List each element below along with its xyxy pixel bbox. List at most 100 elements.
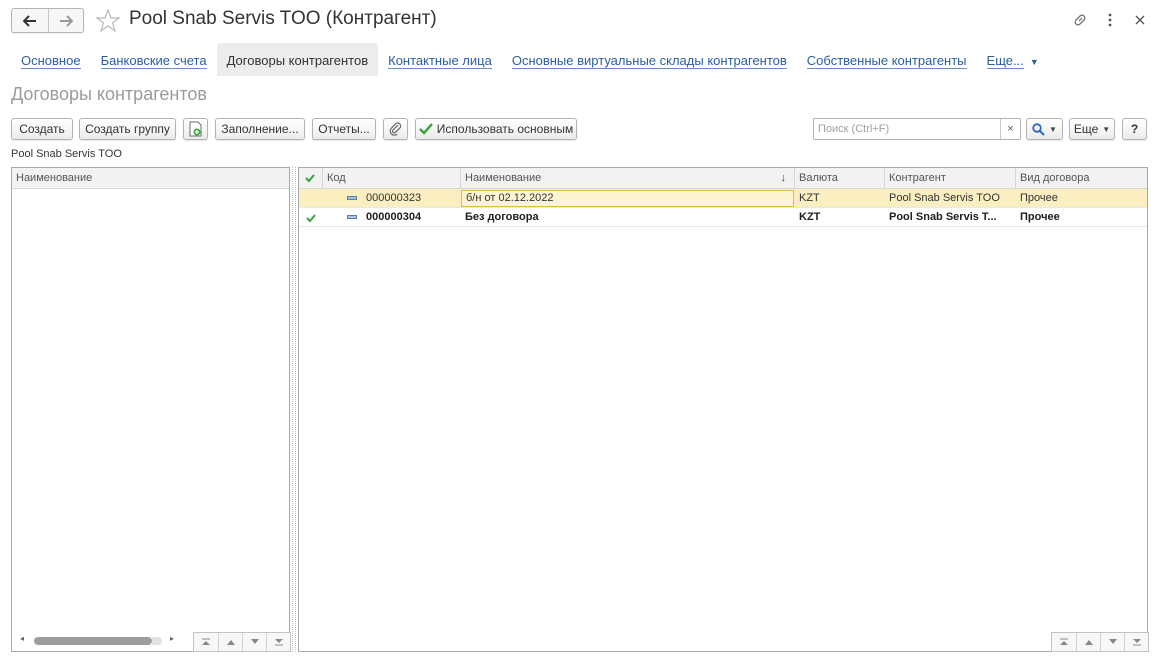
back-button[interactable] — [12, 9, 48, 32]
copy-button[interactable] — [183, 118, 208, 140]
column-header-name[interactable]: Наименование — [12, 168, 289, 189]
panel-splitter[interactable] — [292, 167, 296, 652]
arrow-down-icon — [250, 639, 259, 644]
first-page-button[interactable] — [194, 633, 218, 651]
window-title: Pool Snab Servis TOO (Контрагент) — [129, 8, 437, 29]
chevron-down-icon: ▼ — [1029, 57, 1039, 67]
cell-contract-type: Прочее — [1020, 192, 1058, 204]
group-tree-header: Наименование — [12, 168, 289, 189]
checkmark-icon — [305, 174, 315, 183]
prev-page-button[interactable] — [1076, 633, 1100, 651]
close-button[interactable] — [1130, 10, 1150, 30]
search-input[interactable] — [814, 119, 997, 139]
chevron-down-icon: ▼ — [1102, 124, 1111, 134]
arrow-left-icon — [22, 14, 36, 27]
paperclip-icon — [389, 122, 401, 136]
help-button[interactable]: ? — [1122, 118, 1147, 140]
group-tree-panel: Наименование ◂ ▸ — [11, 167, 291, 652]
tab-bank-accounts[interactable]: Банковские счета — [91, 43, 217, 76]
last-page-button[interactable] — [266, 633, 290, 651]
cell-code: 000000323 — [366, 192, 422, 204]
arrow-down-icon — [1108, 639, 1117, 644]
forward-button[interactable] — [47, 9, 84, 32]
tab-label: Еще... — [986, 53, 1024, 69]
arrow-up-icon — [1084, 640, 1093, 645]
scrollbar-track — [152, 637, 162, 645]
right-pager — [1051, 632, 1149, 652]
last-page-button[interactable] — [1124, 633, 1148, 651]
more-vertical-icon — [1108, 13, 1112, 27]
tab-main[interactable]: Основное — [11, 43, 91, 76]
history-nav — [11, 8, 84, 33]
tab-label: Основное — [21, 53, 81, 69]
chevron-down-icon: ▼ — [1049, 124, 1057, 134]
column-header-currency[interactable]: Валюта — [795, 168, 885, 189]
arrow-up-icon — [226, 640, 235, 645]
tab-label: Основные виртуальные склады контрагентов — [511, 53, 787, 69]
cell-contract-type: Прочее — [1020, 211, 1060, 223]
close-icon — [1135, 15, 1145, 25]
favorite-star-button[interactable] — [95, 8, 121, 34]
arrow-right-icon — [59, 14, 73, 27]
tab-own-counterparties[interactable]: Собственные контрагенты — [797, 43, 977, 76]
first-page-button[interactable] — [1052, 633, 1076, 651]
horizontal-scrollbar[interactable]: ◂ ▸ — [20, 634, 180, 646]
use-as-main-label: Использовать основным — [436, 122, 574, 136]
table-row[interactable]: 000000304 Без договора KZT Pool Snab Ser… — [299, 208, 1147, 227]
reports-button[interactable]: Отчеты... — [312, 118, 376, 140]
attach-button[interactable] — [383, 118, 408, 140]
to-bottom-icon — [274, 639, 283, 646]
tab-label: Договоры контрагентов — [226, 53, 369, 68]
tab-contacts[interactable]: Контактные лица — [378, 43, 502, 76]
prev-page-button[interactable] — [218, 633, 242, 651]
use-as-main-button[interactable]: Использовать основным — [415, 118, 577, 140]
column-header-code[interactable]: Код — [323, 168, 461, 189]
main-contract-check-icon — [306, 212, 316, 226]
link-button[interactable] — [1070, 10, 1090, 30]
column-header-name[interactable]: Наименование ↓ — [461, 168, 795, 189]
column-header-counterparty[interactable]: Контрагент — [885, 168, 1016, 189]
to-top-icon — [202, 638, 210, 645]
owner-label: Pool Snab Servis TOO — [11, 148, 122, 160]
contract-item-icon — [347, 215, 357, 219]
cell-name[interactable]: б/н от 02.12.2022 — [461, 190, 794, 207]
form-tabs: Основное Банковские счета Договоры контр… — [11, 43, 1049, 76]
next-page-button[interactable] — [1100, 633, 1124, 651]
scroll-right-icon[interactable]: ▸ — [170, 634, 174, 643]
cell-name: Без договора — [465, 211, 539, 223]
next-page-button[interactable] — [242, 633, 266, 651]
tab-contracts[interactable]: Договоры контрагентов — [216, 43, 379, 76]
left-pager — [193, 632, 291, 652]
star-icon — [95, 8, 121, 33]
cell-counterparty: Pool Snab Servis TOO — [889, 192, 1000, 204]
tab-more[interactable]: Еще... ▼ — [977, 43, 1049, 76]
add-document-icon — [189, 121, 201, 137]
cell-currency: KZT — [799, 211, 821, 223]
more-actions-label: Еще — [1073, 122, 1099, 136]
link-icon — [1074, 14, 1086, 26]
column-header-contract-type[interactable]: Вид договора — [1016, 168, 1147, 189]
create-button[interactable]: Создать — [11, 118, 73, 140]
sort-descending-icon: ↓ — [780, 172, 787, 184]
table-header: Код Наименование ↓ Валюта Контрагент Вид… — [299, 168, 1147, 189]
column-header-main[interactable] — [299, 168, 323, 189]
to-bottom-icon — [1132, 639, 1141, 646]
scrollbar-thumb[interactable] — [34, 637, 152, 645]
tab-label: Банковские счета — [100, 53, 207, 69]
search-button[interactable]: ▼ — [1026, 118, 1063, 140]
to-top-icon — [1060, 638, 1068, 645]
scroll-left-icon[interactable]: ◂ — [20, 634, 24, 643]
tab-virtual-warehouses[interactable]: Основные виртуальные склады контрагентов — [502, 43, 797, 76]
cell-currency: KZT — [799, 192, 820, 204]
more-menu-button[interactable] — [1100, 10, 1120, 30]
table-row[interactable]: 000000323 б/н от 02.12.2022 KZT Pool Sna… — [299, 189, 1147, 208]
more-actions-button[interactable]: Еще ▼ — [1069, 118, 1115, 140]
fill-button[interactable]: Заполнение... — [215, 118, 305, 140]
create-group-button[interactable]: Создать группу — [79, 118, 176, 140]
cell-code: 000000304 — [366, 211, 422, 223]
contract-item-icon — [347, 196, 357, 200]
search-clear-button[interactable]: × — [1000, 119, 1020, 139]
checkmark-icon — [418, 123, 433, 135]
search-field: × — [813, 118, 1021, 140]
tab-label: Контактные лица — [388, 53, 492, 69]
